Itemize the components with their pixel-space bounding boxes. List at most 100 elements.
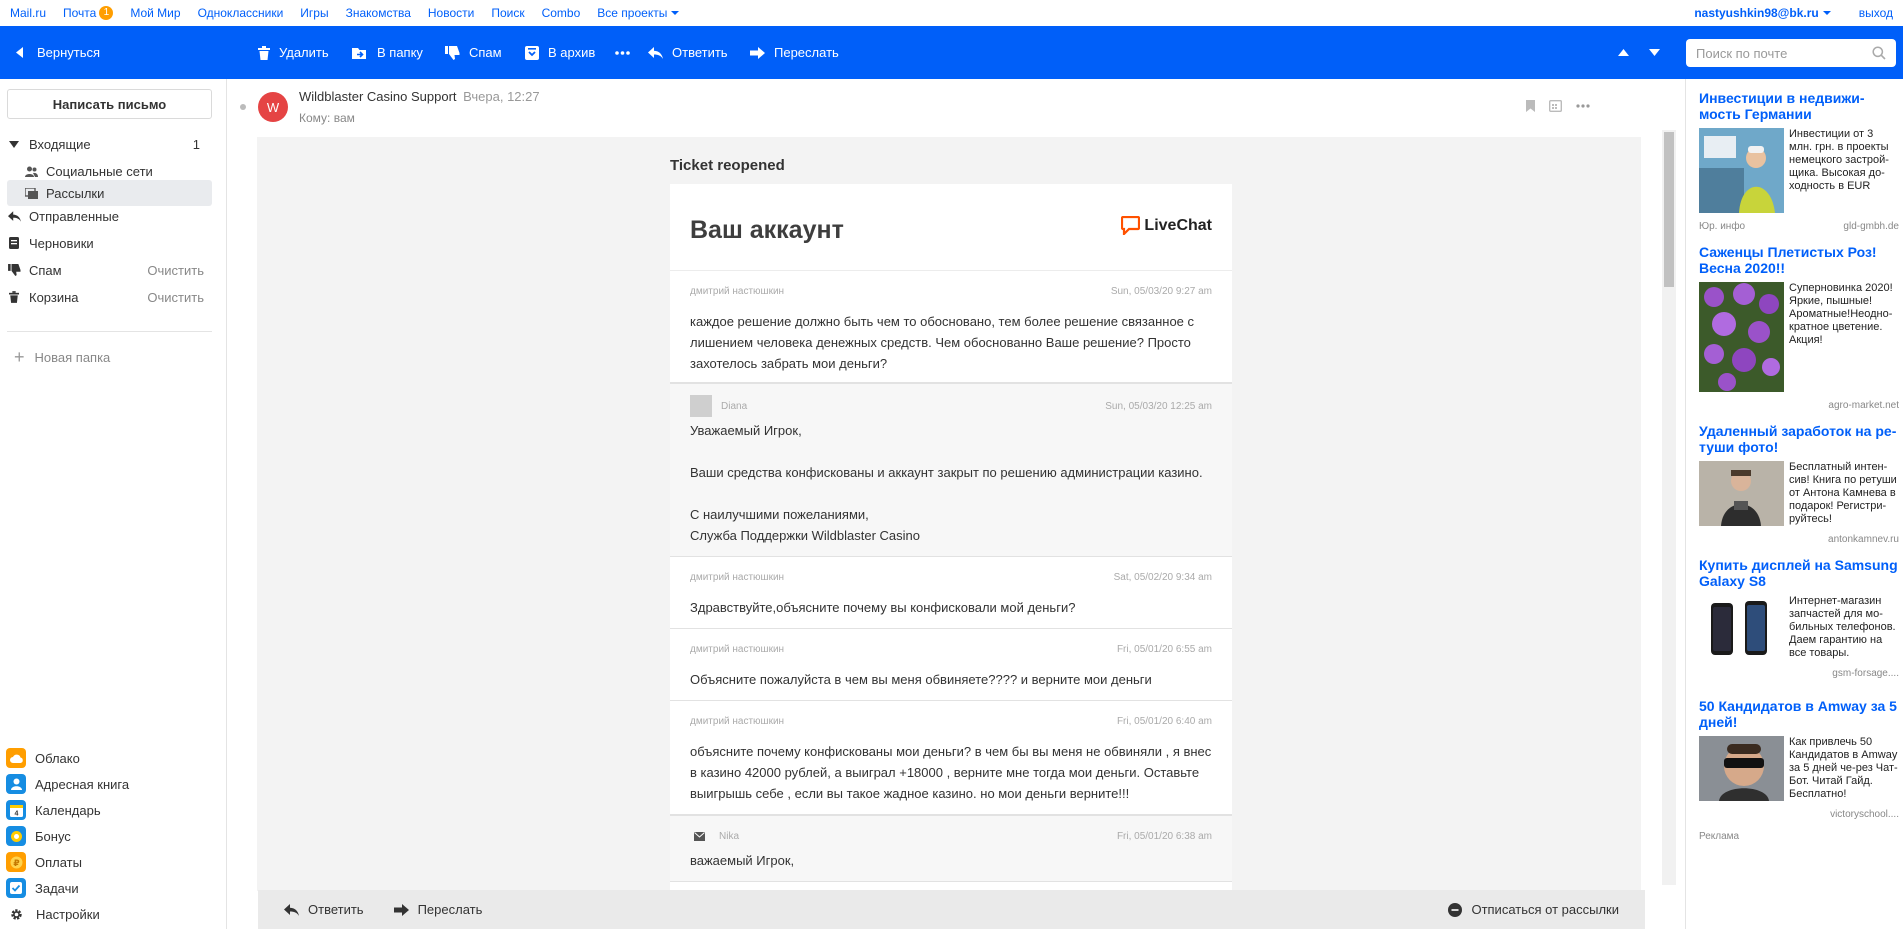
- ad-block[interactable]: Купить дисплей на Samsung Galaxy S8 Инте…: [1699, 557, 1899, 679]
- portal-link-mailru[interactable]: Mail.ru: [10, 6, 46, 20]
- ads-column: Инвестиции в недвижи-мость Германии Инве…: [1685, 79, 1903, 929]
- plus-icon: +: [14, 347, 25, 367]
- bottom-reply-button[interactable]: Ответить: [284, 902, 364, 917]
- reply-button[interactable]: Ответить: [648, 26, 728, 79]
- message-view: W Wildblaster Casino Support Вчера, 12:2…: [228, 79, 1685, 929]
- entry-meta: дмитрий настюшкин Sun, 05/03/20 9:27 am: [690, 271, 1212, 311]
- search-input[interactable]: [1696, 45, 1872, 61]
- ad-block[interactable]: Инвестиции в недвижи-мость Германии Инве…: [1699, 90, 1899, 232]
- collapse-triangle-icon[interactable]: [7, 140, 21, 148]
- move-folder-icon: [352, 47, 366, 59]
- portal-link-search[interactable]: Поиск: [491, 6, 524, 20]
- spam-button[interactable]: Спам: [445, 26, 502, 79]
- portal-link-mail[interactable]: Почта 1: [63, 6, 114, 20]
- calendar-icon[interactable]: [1549, 99, 1562, 112]
- folder-spam[interactable]: Спам Очистить: [7, 257, 212, 283]
- ad-image[interactable]: [1699, 282, 1784, 392]
- chat-entry: дмитрий настюшкин Sun, 05/03/20 9:27 am к…: [670, 271, 1232, 383]
- chat-bubble-icon: [1121, 216, 1141, 235]
- message-date: Вчера, 12:27: [463, 89, 540, 104]
- mail-search[interactable]: [1686, 39, 1896, 67]
- move-to-folder-button[interactable]: В папку: [352, 26, 423, 79]
- ad-title[interactable]: Удаленный заработок на ре-туши фото!: [1699, 423, 1899, 455]
- app-payments[interactable]: ₽ Оплаты: [6, 851, 82, 873]
- new-folder-button[interactable]: + Новая папка: [14, 348, 110, 366]
- folder-inbox[interactable]: Входящие 1: [7, 131, 212, 157]
- entry-time: Sun, 05/03/20 12:25 am: [1105, 400, 1212, 412]
- portal-link-news[interactable]: Новости: [428, 6, 474, 20]
- bookmark-icon[interactable]: [1526, 99, 1535, 112]
- logout-link[interactable]: выход: [1859, 6, 1893, 20]
- app-tasks[interactable]: Задачи: [6, 877, 79, 899]
- ad-domain: antonkamnev.ru: [1828, 534, 1899, 545]
- bottom-forward-label: Переслать: [417, 902, 483, 917]
- message-body: Ticket reopened Ваш аккаунт LiveChat дми…: [257, 137, 1641, 891]
- scrollbar-thumb[interactable]: [1664, 132, 1674, 287]
- ad-content: Бесплатный интен-сив! Книга по ретуши от…: [1699, 461, 1899, 526]
- portal-link-dating[interactable]: Знакомства: [346, 6, 411, 20]
- ad-text: Бесплатный интен-сив! Книга по ретуши от…: [1789, 461, 1897, 525]
- settings-button[interactable]: Настройки: [10, 903, 100, 925]
- forward-button[interactable]: Переслать: [750, 26, 839, 79]
- app-calendar[interactable]: 4 Календарь: [6, 799, 101, 821]
- portal-link-combo[interactable]: Combo: [542, 6, 581, 20]
- ad-image[interactable]: [1699, 461, 1784, 526]
- ad-content: Инвестиции от 3 млн. грн. в проекты неме…: [1699, 128, 1899, 213]
- ad-block[interactable]: 50 Кандидатов в Amway за 5 дней! Как при…: [1699, 698, 1899, 820]
- entry-text: важаемый Игрок,: [690, 853, 795, 868]
- unread-dot[interactable]: [240, 104, 246, 110]
- portal-link-all-projects[interactable]: Все проекты: [597, 6, 680, 20]
- entry-line: С наилучшими пожеланиями,: [690, 507, 869, 522]
- contact-icon: [6, 774, 26, 794]
- delete-button[interactable]: Удалить: [258, 26, 329, 79]
- forward-icon: [750, 46, 765, 59]
- entry-time: Fri, 05/01/20 6:40 am: [1116, 715, 1212, 727]
- folder-sent[interactable]: Отправленные: [7, 203, 212, 229]
- card-header: Ваш аккаунт LiveChat: [670, 184, 1232, 271]
- app-address-book[interactable]: Адресная книга: [6, 773, 129, 795]
- more-horizontal-icon[interactable]: [1576, 103, 1590, 108]
- compose-button[interactable]: Написать письмо: [7, 89, 212, 119]
- entry-line: Ваши средства конфискованы и аккаунт зак…: [690, 465, 1203, 480]
- ad-title[interactable]: Инвестиции в недвижи-мость Германии: [1699, 90, 1899, 122]
- entry-line: Служба Поддержки Wildblaster Casino: [690, 528, 921, 543]
- folder-inbox-label: Входящие: [29, 136, 91, 152]
- bottom-forward-button[interactable]: Переслать: [393, 902, 483, 917]
- header-actions: [1526, 99, 1590, 112]
- back-button[interactable]: Вернуться: [16, 26, 100, 79]
- app-bonus[interactable]: Бонус: [6, 825, 71, 847]
- previous-message-button[interactable]: [1618, 26, 1638, 79]
- folder-drafts[interactable]: Черновики: [7, 230, 212, 256]
- archive-button[interactable]: В архив: [525, 26, 595, 79]
- portal-link-moymir[interactable]: Мой Мир: [130, 6, 180, 20]
- chevron-down-icon: [1822, 11, 1831, 15]
- more-button[interactable]: [615, 26, 639, 79]
- ad-image[interactable]: [1699, 736, 1784, 801]
- entry-author: дмитрий настюшкин: [690, 571, 785, 583]
- ad-title[interactable]: 50 Кандидатов в Amway за 5 дней!: [1699, 698, 1899, 730]
- next-message-button[interactable]: [1649, 26, 1669, 79]
- ad-title[interactable]: Купить дисплей на Samsung Galaxy S8: [1699, 557, 1899, 589]
- folder-trash[interactable]: Корзина Очистить: [7, 284, 212, 310]
- svg-text:4: 4: [14, 810, 18, 817]
- portal-link-ok[interactable]: Одноклассники: [198, 6, 284, 20]
- ad-text: Как привлечь 50 Кандидатов в Amway за 5 …: [1789, 736, 1898, 800]
- unsubscribe-button[interactable]: Отписаться от рассылки: [1448, 902, 1619, 917]
- portal-link-games[interactable]: Игры: [300, 6, 328, 20]
- sender-name[interactable]: Wildblaster Casino Support: [299, 89, 457, 104]
- ad-block[interactable]: Саженцы Плетистых Роз! Весна 2020!! Супе…: [1699, 244, 1899, 411]
- clear-trash-link[interactable]: Очистить: [147, 290, 204, 305]
- ad-image[interactable]: [1699, 595, 1784, 660]
- settings-label: Настройки: [36, 906, 100, 922]
- ad-image[interactable]: [1699, 128, 1784, 213]
- chevron-up-icon: [1618, 49, 1629, 56]
- clear-spam-link[interactable]: Очистить: [147, 263, 204, 278]
- app-bonus-label: Бонус: [35, 828, 71, 844]
- user-menu[interactable]: nastyushkin98@bk.ru: [1694, 6, 1831, 20]
- message-scrollbar[interactable]: [1662, 130, 1676, 885]
- app-cloud[interactable]: Облако: [6, 747, 80, 769]
- ad-title[interactable]: Саженцы Плетистых Роз! Весна 2020!!: [1699, 244, 1899, 276]
- app-calendar-label: Календарь: [35, 802, 101, 818]
- back-arrow-icon: [16, 47, 23, 58]
- ad-block[interactable]: Удаленный заработок на ре-туши фото! Бес…: [1699, 423, 1899, 545]
